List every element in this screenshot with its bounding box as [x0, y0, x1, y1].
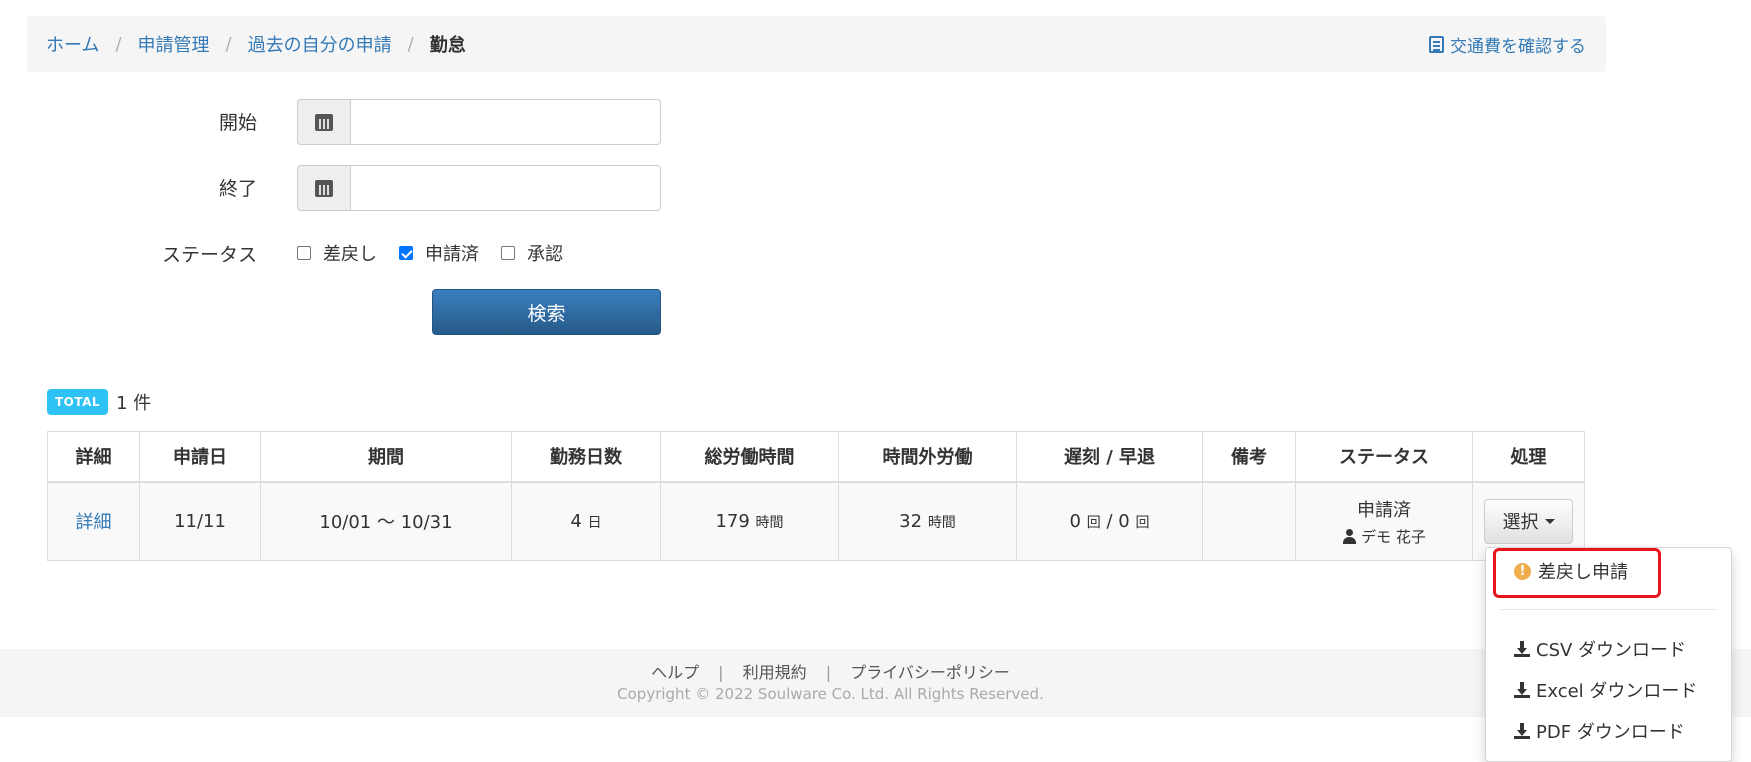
breadcrumb-separator: / — [115, 33, 122, 55]
menu-item-excel-download[interactable]: Excel ダウンロード — [1486, 673, 1731, 707]
start-date-input[interactable] — [350, 99, 661, 145]
header-action: 処理 — [1472, 431, 1585, 483]
status-label: ステータス — [161, 244, 257, 266]
status-submitted-checkbox[interactable] — [399, 246, 413, 260]
end-date-group — [297, 165, 661, 211]
applicant: デモ 花子 — [1297, 526, 1471, 547]
start-calendar-button[interactable] — [297, 99, 350, 145]
help-link[interactable]: ヘルプ — [651, 663, 699, 682]
end-date-input[interactable] — [350, 165, 661, 211]
status-returned-checkbox[interactable] — [297, 246, 311, 260]
download-icon — [1514, 682, 1530, 698]
footer-links: ヘルプ | 利用規約 | プライバシーポリシー — [0, 659, 1661, 683]
highlight-annotation — [1493, 548, 1661, 598]
table-header-row: 詳細 申請日 期間 勤務日数 総労働時間 時間外労働 遅刻 / 早退 備考 ステ… — [47, 431, 1585, 483]
header-overtime: 時間外労働 — [838, 431, 1017, 483]
header-late-early: 遅刻 / 早退 — [1016, 431, 1203, 483]
days-unit: 日 — [587, 514, 602, 531]
copyright: Copyright © 2022 Soulware Co. Ltd. All R… — [617, 685, 1044, 703]
cell-late-early: 0 回 / 0 回 — [1016, 481, 1203, 561]
header-note: 備考 — [1202, 431, 1296, 483]
status-approved-checkbox[interactable] — [501, 246, 515, 260]
attendance-table: 詳細 申請日 期間 勤務日数 総労働時間 時間外労働 遅刻 / 早退 備考 ステ… — [47, 431, 1585, 561]
privacy-link[interactable]: プライバシーポリシー — [850, 663, 1010, 682]
menu-item-label: PDF ダウンロード — [1536, 722, 1685, 743]
status-filter: 差戻し 申請済 承認 — [297, 240, 585, 266]
footer-separator: | — [825, 663, 832, 682]
user-icon — [1342, 528, 1357, 544]
status-returned-label[interactable]: 差戻し — [323, 240, 377, 266]
total-summary: TOTAL 1 件 — [47, 389, 151, 415]
late-early-separator: / — [1106, 510, 1113, 532]
total-hours-unit: 時間 — [755, 514, 784, 531]
footer-separator: | — [718, 663, 724, 682]
menu-item-label: CSV ダウンロード — [1536, 640, 1687, 661]
breadcrumb-bar: ホーム / 申請管理 / 過去の自分の申請 / 勤怠 交通費を確認する — [27, 16, 1606, 72]
menu-item-pdf-download[interactable]: PDF ダウンロード — [1486, 714, 1731, 748]
cell-total-hours: 179 時間 — [660, 481, 839, 561]
terms-link[interactable]: 利用規約 — [743, 663, 807, 682]
late-value: 0 — [1069, 510, 1081, 532]
status-text: 申請済 — [1357, 499, 1411, 521]
breadcrumb-application-management[interactable]: 申請管理 — [138, 31, 210, 57]
overtime-value: 32 — [899, 510, 923, 532]
header-total-hours: 総労働時間 — [660, 431, 839, 483]
start-label: 開始 — [218, 112, 257, 134]
start-date-group — [297, 99, 661, 145]
breadcrumb-home[interactable]: ホーム — [46, 31, 99, 57]
breadcrumb-past-applications[interactable]: 過去の自分の申請 — [248, 31, 392, 57]
caret-down-icon — [1544, 518, 1555, 524]
search-button[interactable]: 検索 — [432, 289, 661, 335]
transport-expense-link[interactable]: 交通費を確認する — [1429, 16, 1586, 72]
menu-divider — [1500, 609, 1717, 610]
detail-link[interactable]: 詳細 — [76, 512, 112, 533]
header-detail: 詳細 — [47, 431, 140, 483]
cell-note — [1202, 481, 1296, 561]
menu-item-label: Excel ダウンロード — [1536, 681, 1698, 702]
cell-period: 10/01 ～ 10/31 — [260, 481, 512, 561]
end-calendar-button[interactable] — [297, 165, 350, 211]
header-days: 勤務日数 — [511, 431, 661, 483]
total-count: 1 件 — [116, 393, 152, 414]
total-badge: TOTAL — [47, 389, 109, 415]
cell-days: 4 日 — [511, 481, 661, 561]
calendar-icon — [315, 179, 333, 197]
transport-expense-link-label: 交通費を確認する — [1450, 36, 1586, 57]
select-button-label: 選択 — [1502, 512, 1539, 534]
early-unit: 回 — [1135, 514, 1150, 531]
select-dropdown-button[interactable]: 選択 — [1484, 498, 1573, 544]
total-hours-value: 179 — [715, 510, 750, 532]
status-submitted-label[interactable]: 申請済 — [425, 240, 479, 266]
table-row: 詳細 11/11 10/01 ～ 10/31 4 日 179 時間 32 時間 … — [47, 481, 1585, 561]
status-approved-label[interactable]: 承認 — [527, 240, 563, 266]
calendar-icon — [315, 113, 333, 131]
cell-date: 11/11 — [139, 481, 261, 561]
header-date: 申請日 — [139, 431, 261, 483]
breadcrumb-separator: / — [407, 33, 414, 55]
breadcrumb: ホーム / 申請管理 / 過去の自分の申請 / 勤怠 — [46, 16, 466, 72]
late-unit: 回 — [1086, 514, 1101, 531]
days-value: 4 — [570, 510, 582, 532]
cell-overtime: 32 時間 — [838, 481, 1017, 561]
menu-item-csv-download[interactable]: CSV ダウンロード — [1486, 632, 1731, 666]
header-status: ステータス — [1295, 431, 1473, 483]
breadcrumb-current: 勤怠 — [429, 35, 466, 56]
applicant-name: デモ 花子 — [1361, 527, 1426, 546]
early-value: 0 — [1118, 510, 1130, 532]
end-label: 終了 — [218, 178, 257, 200]
download-icon — [1514, 723, 1530, 739]
cell-detail: 詳細 — [47, 481, 140, 561]
header-period: 期間 — [260, 431, 512, 483]
breadcrumb-separator: / — [225, 33, 232, 55]
list-icon — [1429, 35, 1444, 53]
cell-status: 申請済 デモ 花子 — [1295, 481, 1473, 561]
overtime-unit: 時間 — [927, 514, 956, 531]
download-icon — [1514, 641, 1530, 657]
